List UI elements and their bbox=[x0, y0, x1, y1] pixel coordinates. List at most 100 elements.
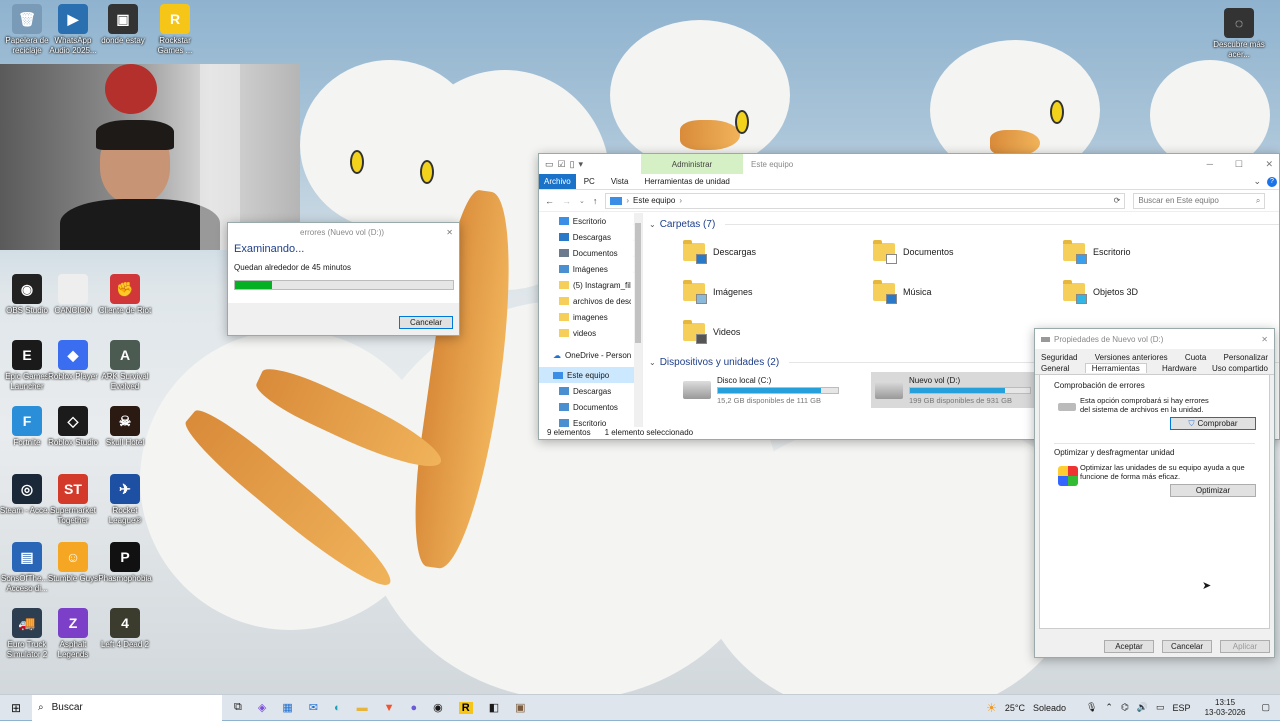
nav-item[interactable]: Escritorio📌 bbox=[539, 213, 642, 229]
desktop-icon[interactable]: 4 Left 4 Dead 2 bbox=[96, 608, 154, 650]
properties-tab[interactable]: Versiones anteriores bbox=[1095, 353, 1168, 362]
properties-tab[interactable]: General bbox=[1041, 364, 1069, 373]
maximize-icon[interactable]: ☐ bbox=[1235, 159, 1243, 170]
back-icon[interactable]: ← bbox=[545, 196, 554, 206]
close-icon[interactable]: ✕ bbox=[1265, 159, 1273, 170]
desktop-icon[interactable]: P Phasmophobia bbox=[96, 542, 154, 584]
desktop-icon[interactable]: ☺ Stumble Guys bbox=[44, 542, 102, 584]
desktop-icon[interactable]: ST Supermarket Together bbox=[44, 474, 102, 526]
roblox-studio-icon: ◇ bbox=[58, 406, 88, 436]
app-icon[interactable]: ▣ bbox=[515, 701, 525, 714]
ribbon-tab[interactable]: Archivo bbox=[539, 174, 576, 189]
obs-icon[interactable]: ◉ bbox=[433, 701, 443, 714]
nav-pc-child[interactable]: Documentos bbox=[539, 399, 642, 415]
weather-text[interactable]: Soleado bbox=[1033, 703, 1066, 713]
microphone-icon[interactable]: 🎙 bbox=[1086, 702, 1097, 713]
optimize-button[interactable]: Optimizar bbox=[1170, 484, 1256, 497]
folder-item[interactable]: Imágenes bbox=[683, 278, 873, 306]
desktop-icon[interactable]: ✊ Cliente de Riot bbox=[96, 274, 154, 316]
up-icon[interactable]: ↑ bbox=[593, 196, 598, 206]
drive-item[interactable]: Disco local (C:) 15,2 GB disponibles de 1… bbox=[679, 372, 865, 408]
nav-item[interactable]: Descargas📌 bbox=[539, 229, 642, 245]
weather-sun-icon[interactable]: ☀ bbox=[986, 701, 997, 715]
address-bar[interactable]: › Este equipo › ⟳ bbox=[605, 192, 1126, 209]
folder-item[interactable]: Descargas bbox=[683, 238, 873, 266]
minimize-icon[interactable]: ─ bbox=[1207, 159, 1213, 169]
folder-item[interactable]: Escritorio bbox=[1063, 238, 1253, 266]
chevron-up-icon[interactable]: ⌃ bbox=[1105, 702, 1113, 713]
language[interactable]: ESP bbox=[1173, 703, 1191, 713]
file-explorer-icon[interactable]: ▬ bbox=[357, 702, 368, 714]
nav-item[interactable]: imagenes bbox=[539, 309, 642, 325]
cloud-icon: ☁ bbox=[553, 350, 561, 360]
apply-button[interactable]: Aplicar bbox=[1220, 640, 1270, 653]
drive-item[interactable]: Nuevo vol (D:) 199 GB disponibles de 931 … bbox=[871, 372, 1057, 408]
ribbon-tab[interactable]: Vista bbox=[603, 174, 637, 189]
history-chevron-icon[interactable]: ⌄ bbox=[579, 197, 585, 205]
battery-icon[interactable]: ▭ bbox=[1156, 702, 1165, 713]
pictures-folder-icon bbox=[683, 280, 707, 304]
nav-pc-child[interactable]: Descargas bbox=[539, 383, 642, 399]
edge-icon[interactable]: ◐ bbox=[334, 702, 341, 714]
help-icon[interactable]: ? bbox=[1267, 176, 1277, 187]
nav-item[interactable]: (5) Instagram_fil bbox=[539, 277, 642, 293]
close-icon[interactable]: ✕ bbox=[1261, 335, 1268, 344]
context-tab-administrar[interactable]: Administrar bbox=[641, 154, 743, 174]
desktop-icon[interactable]: R Rockstar Games ... bbox=[146, 4, 204, 56]
desktop-icon[interactable]: Z Asphalt Legends bbox=[44, 608, 102, 660]
store-icon[interactable]: ▦ bbox=[282, 701, 292, 714]
folder-item[interactable]: Música bbox=[873, 278, 1063, 306]
properties-tab[interactable]: Personalizar bbox=[1224, 353, 1268, 362]
notification-icon[interactable]: ▢ bbox=[1261, 702, 1270, 713]
taskbar-search[interactable]: ⌕ Buscar bbox=[32, 694, 222, 721]
desktop-icon[interactable]: CANCION bbox=[44, 274, 102, 316]
cancel-button[interactable]: Cancelar bbox=[1162, 640, 1212, 653]
ribbon-tab[interactable]: Herramientas de unidad bbox=[636, 174, 737, 189]
properties-tab[interactable]: Cuota bbox=[1185, 353, 1206, 362]
folders-header[interactable]: ⌄ Carpetas (7) bbox=[649, 214, 1279, 234]
properties-tab[interactable]: Hardware bbox=[1162, 364, 1197, 373]
discord-icon[interactable]: ● bbox=[411, 702, 418, 714]
refresh-icon[interactable]: ⟳ bbox=[1114, 196, 1121, 205]
brave-icon[interactable]: ▼ bbox=[384, 702, 395, 714]
properties-tab[interactable]: Uso compartido bbox=[1212, 364, 1268, 373]
close-icon[interactable]: ✕ bbox=[446, 228, 453, 237]
desktop-icon[interactable]: ◆ Roblox Player bbox=[44, 340, 102, 382]
nav-scrollbar[interactable] bbox=[634, 213, 642, 427]
rockstar-icon[interactable]: R bbox=[458, 701, 473, 714]
folder-item[interactable]: Videos bbox=[683, 318, 873, 346]
cancel-scan-button[interactable]: Cancelar bbox=[399, 316, 453, 329]
desktop-icon[interactable]: ☠ Skull Hotel bbox=[96, 406, 154, 448]
desktop-icon[interactable]: A ARK Survival Evolved bbox=[96, 340, 154, 392]
windows-start-icon[interactable]: ⊞ bbox=[0, 701, 32, 715]
task-view-icon[interactable]: ⧉ bbox=[234, 701, 242, 714]
ok-button[interactable]: Aceptar bbox=[1104, 640, 1154, 653]
chevron-down-icon[interactable]: ⌄ bbox=[1253, 176, 1261, 187]
nav-item[interactable]: Documentos📌 bbox=[539, 245, 642, 261]
nav-pc-child[interactable]: Escritorio bbox=[539, 415, 642, 427]
forward-icon[interactable]: → bbox=[562, 196, 571, 206]
check-button[interactable]: ⛉ Comprobar bbox=[1170, 417, 1256, 430]
folder-item[interactable]: Documentos bbox=[873, 238, 1063, 266]
folder-item[interactable]: Objetos 3D bbox=[1063, 278, 1253, 306]
desktop-icon[interactable]: ◇ Roblox Studio bbox=[44, 406, 102, 448]
desktop-icon[interactable]: ▣ donde estay bbox=[94, 4, 152, 46]
search-box[interactable]: Buscar en Este equipo ⌕ bbox=[1133, 192, 1266, 209]
network-icon[interactable]: ⌬ bbox=[1121, 702, 1129, 713]
nav-item[interactable]: archivos de desc bbox=[539, 293, 642, 309]
mail-icon[interactable]: ✉ bbox=[309, 701, 318, 714]
nav-onedrive[interactable]: ☁ OneDrive - Person bbox=[539, 347, 642, 363]
nav-this-pc[interactable]: Este equipo bbox=[539, 367, 642, 383]
volume-icon[interactable]: 🔊 bbox=[1137, 702, 1148, 713]
desktop-icon[interactable]: ✈ Rocket League® bbox=[96, 474, 154, 526]
nav-item[interactable]: videos bbox=[539, 325, 642, 341]
copilot-icon[interactable]: ◈ bbox=[258, 701, 266, 714]
nav-item[interactable]: Imágenes📌 bbox=[539, 261, 642, 277]
app-icon[interactable]: ◧ bbox=[489, 701, 499, 714]
ribbon-tab[interactable]: PC bbox=[576, 174, 603, 189]
properties-tab[interactable]: Herramientas bbox=[1084, 363, 1147, 373]
clock[interactable]: 13:15 13-03-2026 bbox=[1205, 698, 1246, 718]
desktop-icon[interactable]: ◌ Descubre más acer... bbox=[1210, 8, 1268, 60]
weather-temp[interactable]: 25°C bbox=[1005, 703, 1025, 713]
properties-tab[interactable]: Seguridad bbox=[1041, 353, 1077, 362]
